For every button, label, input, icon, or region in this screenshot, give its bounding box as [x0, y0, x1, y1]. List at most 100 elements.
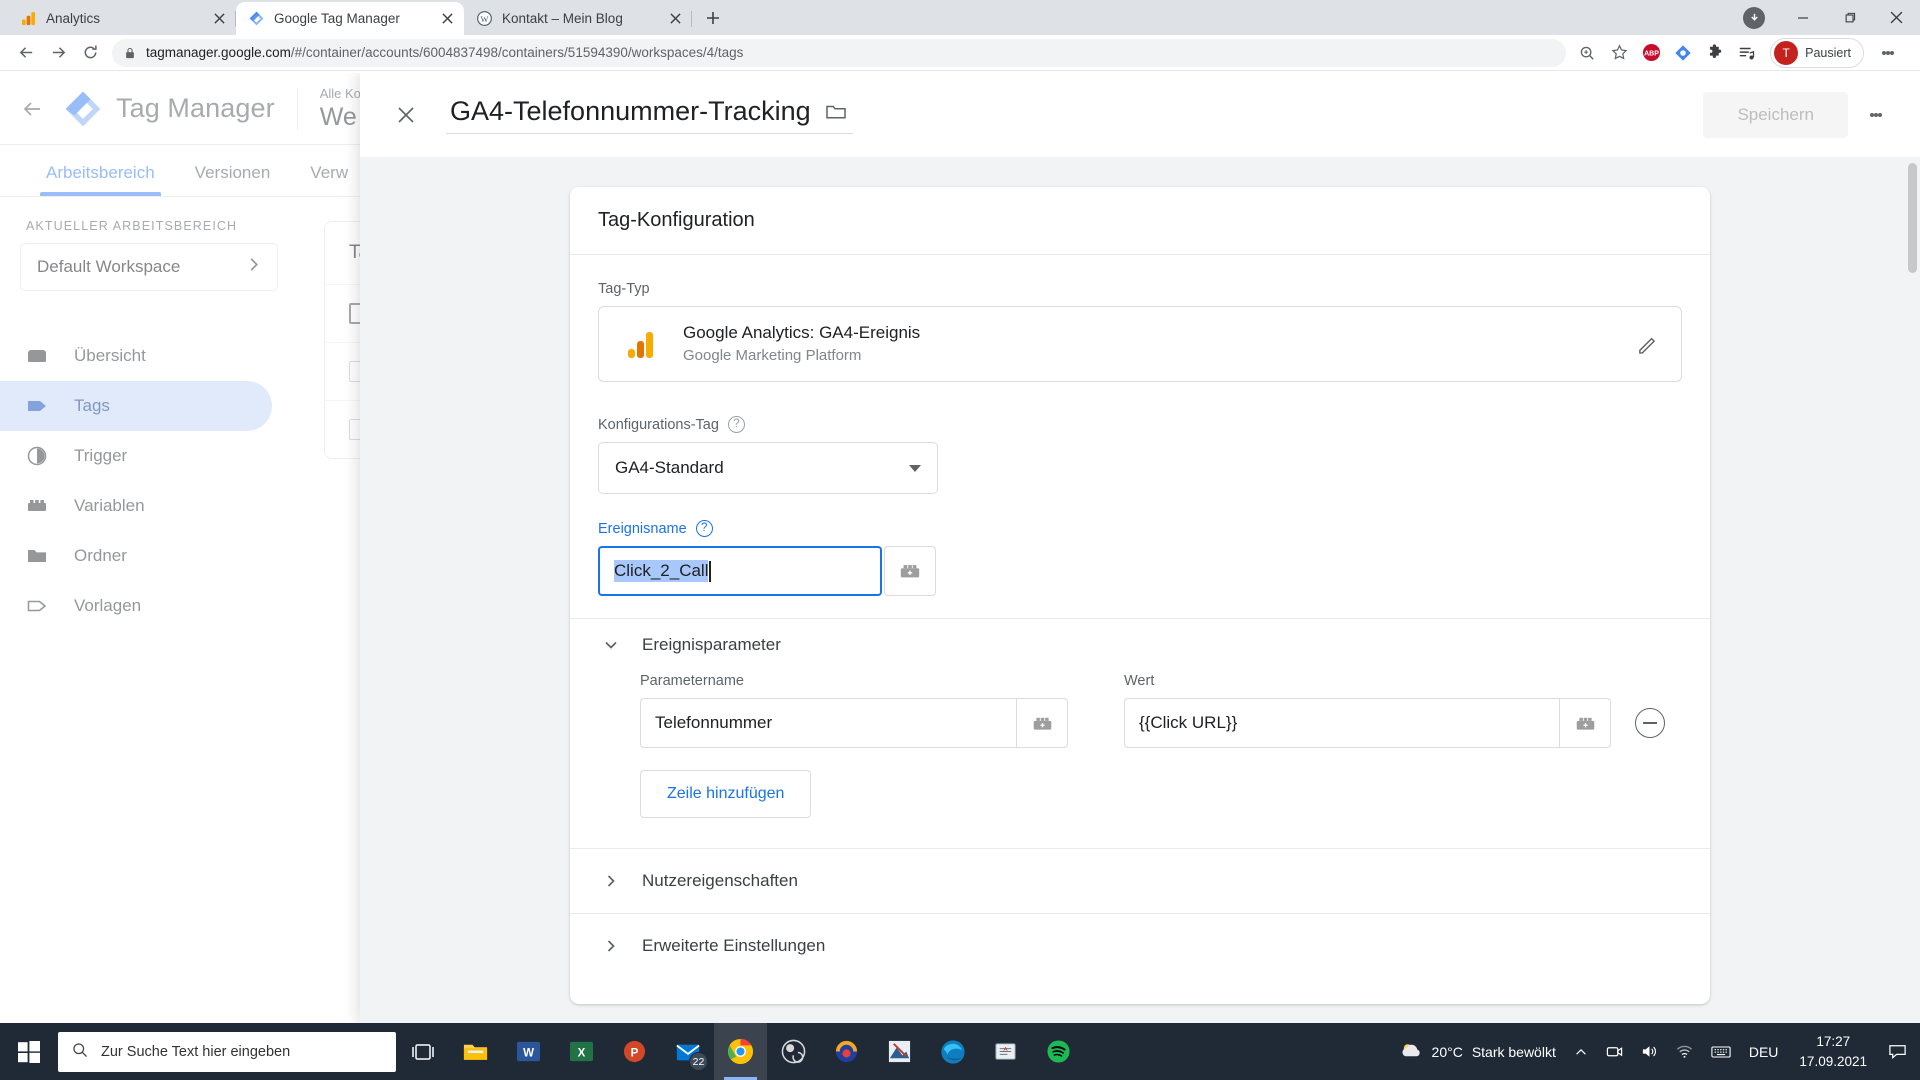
add-row-button[interactable]: Zeile hinzufügen — [640, 770, 812, 818]
bookmark-star-icon[interactable] — [1604, 38, 1634, 68]
tag-type-label: Tag-Typ — [598, 281, 1682, 297]
audacity-icon[interactable] — [820, 1023, 873, 1080]
svg-text:W: W — [480, 14, 488, 24]
close-icon[interactable] — [438, 10, 456, 28]
event-parameters-toggle[interactable]: Ereignisparameter — [598, 619, 1682, 671]
browser-tab-strip: Analytics Google Tag Manager W Kontakt –… — [0, 0, 1920, 35]
user-properties-toggle[interactable]: Nutzereigenschaften — [598, 849, 1682, 913]
help-icon[interactable]: ? — [727, 416, 745, 433]
word-icon[interactable]: W — [502, 1023, 555, 1080]
close-window-button[interactable] — [1873, 0, 1920, 35]
language-label: DEU — [1748, 1043, 1779, 1060]
pencil-icon[interactable] — [1636, 333, 1659, 356]
maximize-button[interactable] — [1826, 0, 1873, 35]
search-icon — [72, 1042, 88, 1062]
forward-button[interactable] — [42, 37, 74, 69]
excel-icon[interactable]: X — [555, 1023, 608, 1080]
keyboard-icon[interactable] — [1702, 1023, 1740, 1080]
event-name-input[interactable]: Click_2_Call — [598, 546, 882, 596]
close-icon[interactable] — [666, 10, 684, 28]
parameter-name-variable-picker-button[interactable] — [1016, 698, 1068, 748]
browser-tab-google-tag-manager[interactable]: Google Tag Manager — [236, 2, 464, 35]
powerpoint-icon[interactable]: P — [608, 1023, 661, 1080]
tag-type-title: Google Analytics: GA4-Ereignis — [683, 322, 921, 342]
config-tag-value: GA4-Standard — [615, 458, 724, 477]
edge-icon[interactable] — [926, 1023, 979, 1080]
column-header: Wert — [1124, 673, 1155, 689]
user-properties-label: Nutzereigenschaften — [642, 871, 798, 890]
new-tab-button[interactable] — [698, 3, 728, 33]
save-button[interactable]: Speichern — [1703, 92, 1848, 138]
back-button[interactable] — [10, 37, 42, 69]
notepad-icon[interactable]: A — [979, 1023, 1032, 1080]
adblock-plus-icon[interactable]: ABP — [1636, 38, 1666, 68]
weather-desc: Stark bewölkt — [1471, 1043, 1556, 1060]
camera-icon[interactable] — [1597, 1023, 1632, 1080]
advanced-settings-toggle[interactable]: Erweiterte Einstellungen — [598, 914, 1682, 978]
task-view-icon[interactable] — [396, 1023, 449, 1080]
parameter-table: Parametername Telefonnummer Wert {{Click… — [640, 673, 1682, 748]
tag-type-label-text: Tag-Typ — [598, 281, 650, 297]
svg-text:A: A — [1003, 1047, 1008, 1054]
close-icon[interactable] — [210, 10, 228, 28]
folder-icon[interactable] — [825, 101, 847, 123]
weather-widget[interactable]: 20°C Stark bewölkt — [1390, 1023, 1565, 1080]
wifi-icon[interactable] — [1667, 1023, 1702, 1080]
zoom-icon[interactable] — [1572, 38, 1602, 68]
windows-taskbar: Zur Suche Text hier eingeben W X P 22 A — [0, 1023, 1920, 1080]
chrome-icon[interactable] — [714, 1023, 767, 1080]
tag-type-selector[interactable]: Google Analytics: GA4-Ereignis Google Ma… — [598, 306, 1682, 382]
close-icon[interactable] — [384, 93, 428, 137]
address-bar[interactable]: tagmanager.google.com/#/container/accoun… — [112, 38, 1567, 67]
minus-circle-icon[interactable] — [1635, 708, 1665, 738]
svg-text:W: W — [523, 1047, 534, 1059]
file-explorer-icon[interactable] — [449, 1023, 502, 1080]
tag-assistant-icon[interactable] — [1668, 38, 1698, 68]
config-tag-select[interactable]: GA4-Standard — [598, 442, 938, 494]
search-placeholder: Zur Suche Text hier eingeben — [101, 1043, 291, 1060]
browser-tab-label: Analytics — [46, 11, 101, 26]
profile-chip[interactable]: T Pausiert — [1770, 37, 1864, 68]
taskbar-clock[interactable]: 17:27 17.09.2021 — [1787, 1032, 1879, 1071]
chevron-up-icon[interactable] — [1565, 1023, 1597, 1080]
photoshop-icon[interactable] — [873, 1023, 926, 1080]
language-indicator[interactable]: DEU — [1740, 1023, 1788, 1080]
browser-tab-kontakt-mein-blog[interactable]: W Kontakt – Mein Blog — [464, 2, 692, 35]
url-host: tagmanager.google.com — [146, 45, 291, 60]
kebab-menu-icon[interactable] — [1854, 93, 1898, 137]
panel-scroll-area: Tag-Konfiguration Tag-Typ Google Analyti… — [360, 157, 1920, 1023]
parameter-name-input[interactable]: Telefonnummer — [640, 698, 1016, 748]
tag-type-subtitle: Google Marketing Platform — [683, 347, 862, 365]
analytics-icon — [20, 11, 36, 27]
toolbar-icons: ABP T Pausiert — [1572, 31, 1910, 75]
lock-icon — [124, 47, 136, 59]
volume-icon[interactable] — [1632, 1023, 1667, 1080]
mail-icon[interactable]: 22 — [661, 1023, 714, 1080]
extensions-puzzle-icon[interactable] — [1700, 38, 1730, 68]
chrome-menu-icon[interactable] — [1866, 31, 1910, 75]
config-tag-label: Konfigurations-Tag ? — [598, 416, 1682, 433]
download-indicator-icon[interactable] — [1743, 6, 1765, 29]
browser-tab-analytics[interactable]: Analytics — [8, 2, 236, 35]
help-icon[interactable]: ? — [695, 520, 713, 537]
weather-temp: 20°C — [1431, 1043, 1463, 1060]
event-name-variable-picker-button[interactable] — [884, 546, 936, 596]
minimize-button[interactable] — [1779, 0, 1826, 35]
spotify-icon[interactable] — [1032, 1023, 1085, 1080]
obs-icon[interactable] — [767, 1023, 820, 1080]
parameter-value-input[interactable]: {{Click URL}} — [1124, 698, 1559, 748]
parameter-value-row: {{Click URL}} — [1124, 698, 1665, 748]
notification-icon[interactable] — [1879, 1023, 1916, 1080]
card-body: Tag-Typ Google Analytics: GA4-Ereignis G… — [570, 255, 1710, 1004]
windows-start-icon[interactable] — [0, 1023, 58, 1080]
tag-type-texts: Google Analytics: GA4-Ereignis Google Ma… — [683, 321, 920, 367]
column-header: Parametername — [640, 673, 744, 689]
scrollbar[interactable] — [1908, 163, 1917, 273]
reload-button[interactable] — [74, 37, 106, 69]
tag-name-field[interactable]: GA4-Telefonnummer-Tracking — [446, 96, 853, 134]
wordpress-icon: W — [476, 11, 492, 27]
advanced-settings-label: Erweiterte Einstellungen — [642, 936, 826, 955]
parameter-value-variable-picker-button[interactable] — [1559, 698, 1611, 748]
taskbar-search-input[interactable]: Zur Suche Text hier eingeben — [58, 1031, 396, 1072]
reading-list-icon[interactable] — [1732, 38, 1762, 68]
